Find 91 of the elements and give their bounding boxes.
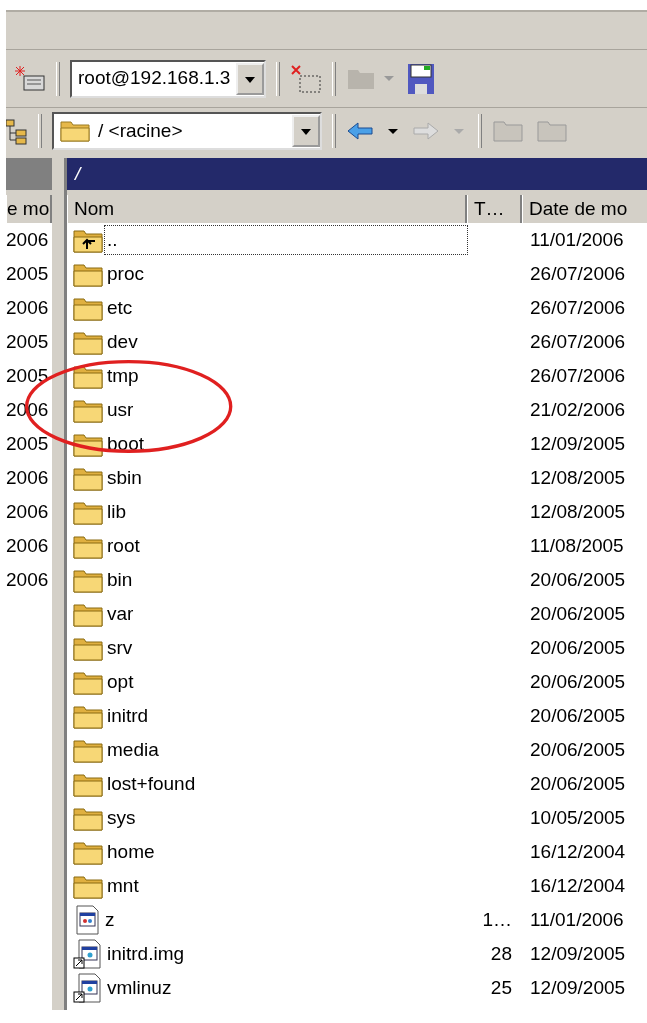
- modified-date: 11/08/2005: [529, 533, 624, 558]
- file-name[interactable]: sys: [105, 803, 138, 833]
- modified-date: 20/06/2005: [529, 703, 626, 728]
- folder-icon: [73, 703, 103, 729]
- shortcut-file-icon: [73, 939, 103, 969]
- table-cell-text: 2005: [6, 432, 50, 456]
- folder-icon: [73, 295, 103, 321]
- dropdown-button[interactable]: [236, 62, 265, 95]
- folder-icon: [73, 839, 103, 865]
- path-bar: /: [67, 158, 647, 190]
- file-name[interactable]: dev: [105, 327, 140, 357]
- modified-date: 20/06/2005: [529, 737, 626, 762]
- parent-folder-icon: [73, 227, 103, 253]
- table-cell-text: 2006: [6, 228, 50, 252]
- table-cell-text: 2005: [6, 330, 50, 354]
- modified-date: 11/01/2006: [529, 907, 624, 932]
- file-name[interactable]: sbin: [105, 463, 144, 493]
- modified-date: 20/06/2005: [529, 635, 626, 660]
- file-name[interactable]: var: [105, 599, 136, 629]
- table-cell-text: 2006: [6, 296, 50, 320]
- modified-date: 12/09/2005: [529, 941, 626, 966]
- file-icon: [73, 905, 101, 935]
- modified-date: 26/07/2006: [529, 363, 626, 388]
- shortcut-file-icon: [73, 973, 103, 1003]
- modified-date: 12/09/2005: [529, 975, 626, 1000]
- new-session-icon[interactable]: [14, 63, 46, 94]
- file-name[interactable]: usr: [105, 395, 136, 425]
- folder-icon: [73, 635, 103, 661]
- file-name[interactable]: srv: [105, 633, 135, 663]
- file-size: 28: [490, 942, 512, 964]
- folder-icon: [73, 601, 103, 627]
- folder-icon: [73, 329, 103, 355]
- modified-date: 16/12/2004: [529, 839, 626, 864]
- disconnect-icon[interactable]: [290, 63, 323, 94]
- modified-date: 10/05/2005: [529, 805, 626, 830]
- file-name[interactable]: vmlinuz: [105, 973, 174, 1003]
- session-dropdown[interactable]: root@192.168.1.3: [70, 59, 267, 98]
- folder-icon: [73, 669, 103, 695]
- folder-icon: [73, 873, 103, 899]
- table-cell-text: 2005: [6, 364, 50, 388]
- folder-icon: [73, 499, 103, 525]
- path-dropdown[interactable]: / <racine>: [52, 112, 322, 150]
- file-name[interactable]: mnt: [105, 871, 141, 901]
- folder-icon: [73, 363, 103, 389]
- modified-date: 11/01/2006: [529, 227, 624, 252]
- file-name[interactable]: proc: [105, 259, 146, 289]
- file-name[interactable]: lib: [105, 497, 128, 527]
- folder-icon: [60, 119, 92, 143]
- modified-date: 12/08/2005: [529, 499, 626, 524]
- folder-icon: [73, 567, 103, 593]
- file-name[interactable]: opt: [105, 667, 136, 697]
- modified-date: 20/06/2005: [529, 771, 626, 796]
- table-cell-text: 2006: [6, 568, 50, 592]
- table-cell-text: 2006: [6, 534, 50, 558]
- file-name[interactable]: ..: [105, 225, 467, 255]
- folder-icon: [73, 397, 103, 423]
- folder-icon: [73, 737, 103, 763]
- modified-date: 21/02/2006: [529, 397, 626, 422]
- file-name[interactable]: home: [105, 837, 157, 867]
- modified-date: 20/06/2005: [529, 669, 626, 694]
- modified-date: 20/06/2005: [529, 567, 626, 592]
- table-cell-text: 2006: [6, 500, 50, 524]
- modified-date: 12/08/2005: [529, 465, 626, 490]
- table-cell-text: 2006: [6, 466, 50, 490]
- modified-date: 26/07/2006: [529, 261, 626, 286]
- tree-icon[interactable]: [6, 116, 28, 146]
- dropdown-button[interactable]: [292, 115, 320, 147]
- folder-icon: [73, 261, 103, 287]
- file-name[interactable]: etc: [105, 293, 135, 323]
- modified-date: 16/12/2004: [529, 873, 626, 898]
- file-name[interactable]: media: [105, 735, 161, 765]
- file-name[interactable]: bin: [105, 565, 135, 595]
- table-cell-text: 2005: [6, 262, 50, 286]
- path-bar: [6, 158, 52, 190]
- modified-date: 12/09/2005: [529, 431, 626, 456]
- folder-icon: [73, 771, 103, 797]
- file-name[interactable]: root: [105, 531, 142, 561]
- folder-icon: [73, 805, 103, 831]
- file-size: 25: [490, 976, 512, 998]
- file-name[interactable]: z: [103, 905, 117, 935]
- modified-date: 20/06/2005: [529, 601, 626, 626]
- modified-date: 26/07/2006: [529, 329, 626, 354]
- file-name[interactable]: lost+found: [105, 769, 198, 799]
- file-name[interactable]: tmp: [105, 361, 141, 391]
- folder-icon: [73, 465, 103, 491]
- file-name[interactable]: initrd.img: [105, 939, 187, 969]
- file-name[interactable]: boot: [105, 429, 146, 459]
- folder-icon: [73, 533, 103, 559]
- file-name[interactable]: initrd: [105, 701, 151, 731]
- modified-date: 26/07/2006: [529, 295, 626, 320]
- file-size: 1…: [482, 908, 512, 930]
